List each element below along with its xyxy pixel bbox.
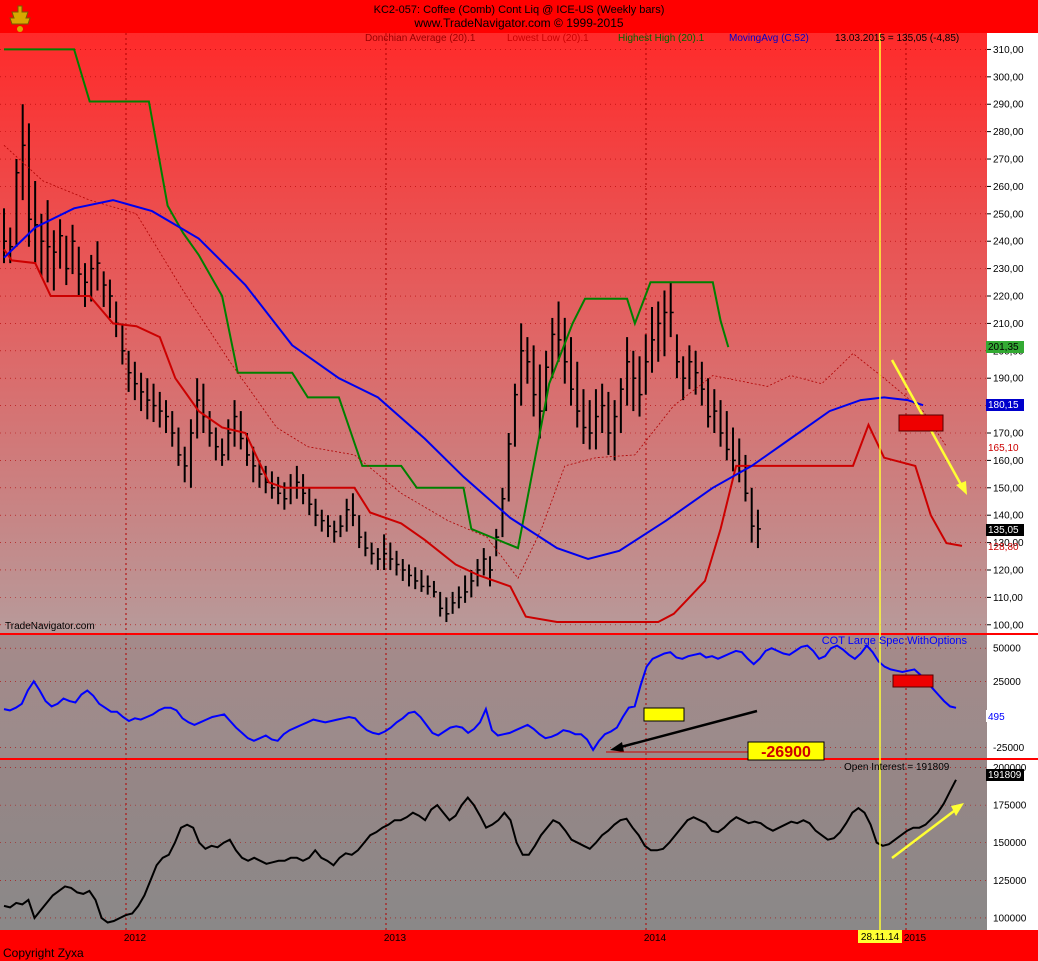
x-label-2012: 2012 — [124, 933, 147, 944]
label-lowest: 128,80 — [988, 542, 1019, 553]
x-label-2014: 2014 — [644, 933, 667, 944]
chart-subtitle: www.TradeNavigator.com © 1999-2015 — [413, 16, 623, 30]
cot-tick-label: -25000 — [993, 743, 1025, 754]
price-panel — [0, 33, 987, 633]
oi-tick-label: 150000 — [993, 838, 1027, 849]
cot-last-label: 495 — [988, 712, 1005, 723]
price-tick-label: 260,00 — [993, 182, 1024, 193]
cot-red-box — [892, 674, 934, 688]
cot-tick-label: 25000 — [993, 677, 1021, 688]
price-tick-label: 170,00 — [993, 429, 1024, 440]
price-tick-label: 190,00 — [993, 374, 1024, 385]
price-tick-label: 150,00 — [993, 483, 1024, 494]
price-tick-label: 250,00 — [993, 209, 1024, 220]
date-marker-label: 28.11.14 — [861, 932, 900, 943]
label-ma: 180,15 — [988, 400, 1019, 411]
price-tick-label: 240,00 — [993, 237, 1024, 248]
price-tick-label: 160,00 — [993, 456, 1024, 467]
oi-panel — [0, 760, 987, 930]
oi-last-label: 191809 — [988, 770, 1022, 781]
label-close: 135,05 — [988, 525, 1019, 536]
legend-lowest: Lowest Low (20).1 — [507, 33, 589, 44]
price-tick-label: 210,00 — [993, 319, 1024, 330]
cot-yellow-box — [643, 707, 685, 722]
label-highest: 201,35 — [988, 342, 1019, 353]
price-tick-label: 310,00 — [993, 45, 1024, 56]
legend-readout: 13.03.2015 = 135,05 (-4,85) — [835, 33, 959, 44]
price-tick-label: 220,00 — [993, 292, 1024, 303]
chart-title: KC2-057: Coffee (Comb) Cont Liq @ ICE-US… — [374, 4, 665, 16]
label-donchian: 165,10 — [988, 443, 1019, 454]
oi-tick-label: 175000 — [993, 801, 1027, 812]
price-tick-label: 270,00 — [993, 155, 1024, 166]
price-tick-label: 110,00 — [993, 593, 1023, 604]
price-red-box — [898, 414, 944, 432]
watermark: TradeNavigator.com — [5, 621, 95, 632]
price-tick-label: 300,00 — [993, 72, 1024, 83]
cot-annotation: -26900 — [761, 744, 811, 761]
cot-panel — [0, 635, 987, 758]
price-tick-label: 280,00 — [993, 127, 1024, 138]
oi-tick-label: 125000 — [993, 876, 1027, 887]
price-tick-label: 120,00 — [993, 565, 1024, 576]
x-label-2015: 2015 — [904, 933, 927, 944]
oi-tick-label: 100000 — [993, 913, 1027, 924]
legend-ma: MovingAvg (C,52) — [729, 33, 809, 44]
cot-title: COT Large Spec WithOptions — [822, 635, 968, 647]
legend-donchian: Donchian Average (20).1 — [365, 33, 476, 44]
chart-svg: 310,00 300,00 290,00 280,00 270,00 260,00 250,… — [0, 4, 1038, 960]
oi-title: Open Interest = 191809 — [844, 762, 950, 773]
logo-icon — [9, 5, 31, 32]
x-axis-labels: 2012 2013 2014 2015 — [124, 933, 927, 944]
x-label-2013: 2013 — [384, 933, 407, 944]
price-tick-label: 140,00 — [993, 511, 1024, 522]
copyright: Copyright Zyxa — [3, 946, 84, 960]
price-tick-label: 100,00 — [993, 620, 1024, 631]
cot-tick-label: 50000 — [993, 644, 1021, 655]
price-tick-label: 230,00 — [993, 264, 1024, 275]
price-tick-label: 290,00 — [993, 100, 1024, 111]
legend-highest: Highest High (20).1 — [618, 33, 705, 44]
